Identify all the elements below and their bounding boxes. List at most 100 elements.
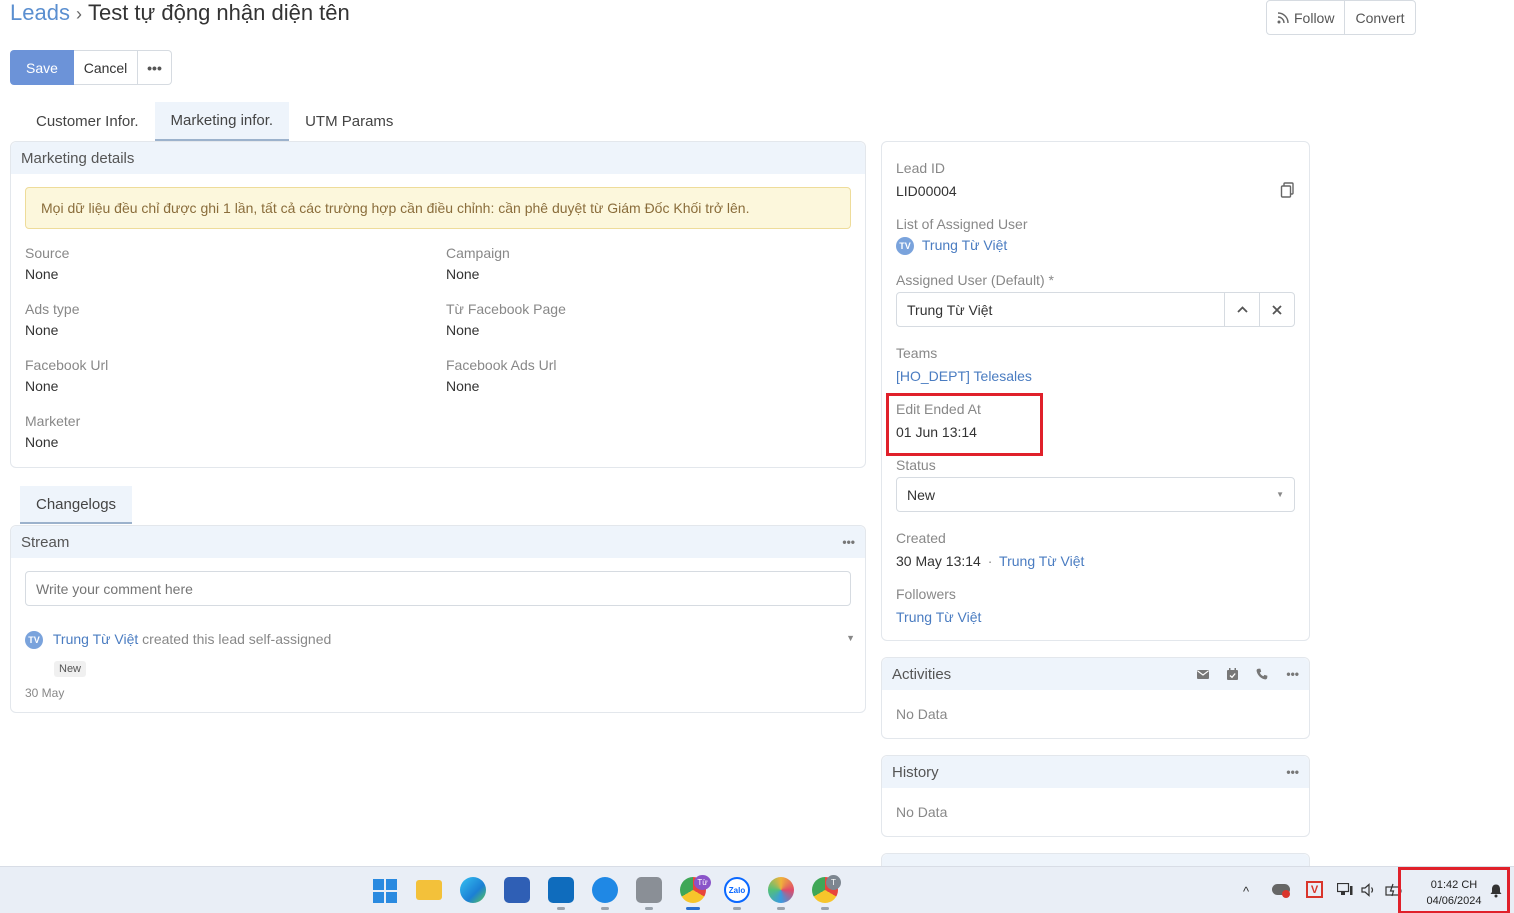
file-explorer-icon[interactable] xyxy=(416,880,442,900)
stream-more-button[interactable]: ••• xyxy=(842,535,855,549)
headset-running-indicator xyxy=(601,907,609,910)
page-title: Test tự động nhận diện tên xyxy=(87,0,350,25)
tab-bar: Customer Infor. Marketing infor. UTM Par… xyxy=(20,102,409,141)
avatar: TV xyxy=(25,631,43,650)
header-actions: Follow Convert xyxy=(1266,0,1416,35)
field-value: None xyxy=(446,266,480,282)
activities-title: Activities xyxy=(892,665,952,683)
marketing-details-title: Marketing details xyxy=(21,149,135,167)
edge-icon[interactable] xyxy=(460,877,486,903)
teams-label: Teams xyxy=(896,345,938,361)
network-icon[interactable] xyxy=(1337,883,1353,897)
history-more-button[interactable]: ••• xyxy=(1286,765,1299,779)
printer-app-icon[interactable] xyxy=(636,877,662,903)
phone-icon[interactable] xyxy=(1256,668,1268,680)
field-ads-type: Ads type None xyxy=(25,301,79,338)
activities-header: Activities ••• xyxy=(882,658,1309,690)
tab-changelogs[interactable]: Changelogs xyxy=(20,486,133,524)
notification-bell-icon[interactable] xyxy=(1489,883,1503,898)
assigned-user-entry: TV Trung Từ Việt xyxy=(896,237,1007,256)
printer-running-indicator xyxy=(645,907,653,910)
comment-input[interactable] xyxy=(25,571,851,606)
activities-more-button[interactable]: ••• xyxy=(1286,667,1299,681)
field-label: Facebook Url xyxy=(25,357,109,373)
zalo-running-indicator xyxy=(733,907,741,910)
field-label: Ads type xyxy=(25,301,80,317)
field-facebook-page: Từ Facebook Page None xyxy=(446,301,566,338)
calendar-icon[interactable] xyxy=(1227,668,1239,680)
field-campaign: Campaign None xyxy=(446,245,510,282)
save-button[interactable]: Save xyxy=(10,50,74,85)
activities-empty: No Data xyxy=(896,706,948,722)
field-source: Source None xyxy=(25,245,69,282)
outlook-icon[interactable] xyxy=(548,877,574,903)
activities-panel: Activities ••• No Data xyxy=(881,657,1310,739)
assigned-default-field: Trung Từ Việt xyxy=(896,292,1295,327)
history-title: History xyxy=(892,763,939,781)
status-select[interactable]: New ▼ xyxy=(896,477,1295,512)
stream-header: Stream ••• xyxy=(11,526,865,558)
stream-title: Stream xyxy=(21,533,70,551)
created-value: 30 May 13:14 · Trung Từ Việt xyxy=(896,553,1084,569)
headset-app-icon[interactable] xyxy=(592,877,618,903)
stream-entry-date: 30 May xyxy=(25,686,65,700)
created-separator: · xyxy=(987,553,993,569)
status-value: New xyxy=(907,486,936,503)
tab-customer-infor[interactable]: Customer Infor. xyxy=(20,102,155,141)
close-icon[interactable] xyxy=(1259,293,1294,326)
field-value: None xyxy=(25,322,59,338)
follow-button[interactable]: Follow xyxy=(1267,1,1344,34)
breadcrumb-separator: › xyxy=(75,4,82,24)
field-label: Campaign xyxy=(446,245,510,261)
paint-icon[interactable] xyxy=(768,877,794,903)
stream-entry: TV Trung Từ Việt created this lead self-… xyxy=(25,631,855,650)
cancel-button[interactable]: Cancel xyxy=(74,50,138,85)
chrome-active-indicator xyxy=(686,907,700,910)
created-by-link[interactable]: Trung Từ Việt xyxy=(999,553,1084,569)
field-marketer: Marketer None xyxy=(25,413,80,450)
lead-id-label: Lead ID xyxy=(896,160,946,176)
zalo-label: Zalo xyxy=(728,885,746,895)
history-panel: History ••• No Data xyxy=(881,755,1310,837)
breadcrumb-leads-link[interactable]: Leads xyxy=(10,0,70,25)
avatar: TV xyxy=(896,237,914,256)
chrome-profile-badge: Từ xyxy=(694,875,711,890)
assigned-user-link[interactable]: Trung Từ Việt xyxy=(922,237,1007,253)
start-icon[interactable] xyxy=(373,879,397,903)
chevron-down-icon[interactable]: ▼ xyxy=(846,633,855,643)
followers-link[interactable]: Trung Từ Việt xyxy=(896,609,981,625)
history-empty: No Data xyxy=(896,804,948,820)
convert-button[interactable]: Convert xyxy=(1344,1,1414,34)
field-value: None xyxy=(446,378,480,394)
more-actions-button[interactable]: ••• xyxy=(138,50,172,85)
followers-label: Followers xyxy=(896,586,956,602)
tab-marketing-infor[interactable]: Marketing infor. xyxy=(154,102,290,141)
email-icon[interactable] xyxy=(1197,669,1210,679)
volume-icon[interactable] xyxy=(1361,883,1377,897)
field-value: None xyxy=(25,434,59,450)
created-label: Created xyxy=(896,530,946,546)
rss-icon xyxy=(1277,11,1289,23)
history-header: History ••• xyxy=(882,756,1309,788)
field-value: None xyxy=(446,322,480,338)
caret-down-icon: ▼ xyxy=(1276,490,1284,499)
action-bar: Save Cancel ••• xyxy=(10,50,172,85)
copy-icon[interactable] xyxy=(1280,182,1296,198)
tray-chevron-up-icon[interactable]: ^ xyxy=(1243,884,1249,899)
field-label: Marketer xyxy=(25,413,81,429)
created-date: 30 May 13:14 xyxy=(896,553,981,569)
marketing-details-header: Marketing details xyxy=(11,142,865,174)
chevron-up-icon[interactable] xyxy=(1224,293,1259,326)
teams-link[interactable]: [HO_DEPT] Telesales xyxy=(896,368,1032,384)
field-label: Facebook Ads Url xyxy=(446,357,557,373)
field-value: None xyxy=(25,378,59,394)
v-app-icon[interactable]: V xyxy=(1306,881,1323,898)
stream-panel: Stream ••• TV Trung Từ Việt created this… xyxy=(10,525,866,713)
lead-id-value: LID00004 xyxy=(896,183,957,199)
assigned-default-value[interactable]: Trung Từ Việt xyxy=(897,293,1224,326)
field-value: None xyxy=(25,266,59,282)
stream-entry-user-link[interactable]: Trung Từ Việt xyxy=(53,631,138,647)
zalo-icon[interactable]: Zalo xyxy=(724,877,750,903)
store-icon[interactable] xyxy=(504,877,530,903)
tab-utm-params[interactable]: UTM Params xyxy=(289,102,409,141)
